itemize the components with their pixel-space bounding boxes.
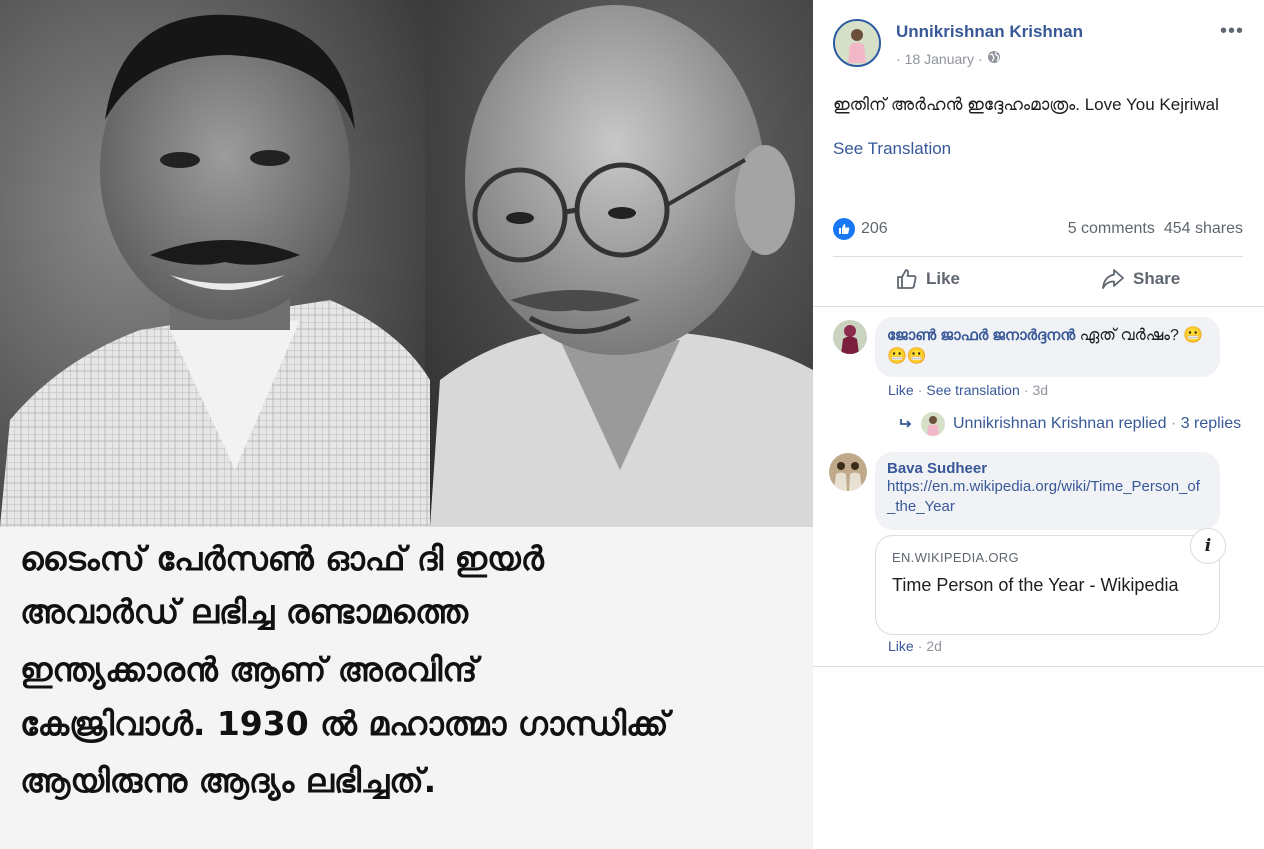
comment-actions: Like · 2d: [888, 638, 942, 654]
comment-like-link[interactable]: Like: [888, 638, 914, 654]
reaction-count: 206: [861, 220, 888, 237]
caption-line: കേജ്രിവാൾ. 1930 ൽ മഹാത്മാ ഗാന്ധിക്ക്: [20, 704, 669, 743]
like-reaction-icon: [833, 218, 855, 240]
globe-icon[interactable]: [987, 50, 1001, 67]
more-options-button[interactable]: •••: [1220, 20, 1244, 43]
comment-actions: Like · See translation · 3d: [888, 382, 1048, 398]
divider: [813, 666, 1264, 667]
reactions-summary[interactable]: 206: [833, 218, 888, 240]
engagement-counts: 5 comments 454 shares: [1068, 220, 1243, 238]
comments-count[interactable]: 5 comments: [1068, 220, 1155, 238]
caption-line: ഇന്ത്യക്കാരൻ ആണ് അരവിന്ദ്: [20, 650, 478, 689]
reply-author-avatar: [921, 412, 945, 436]
shares-count[interactable]: 454 shares: [1164, 220, 1243, 238]
post-text: ഇതിന് അർഹൻ ഇദ്ദേഹംമാത്രം. Love You Kejri…: [833, 95, 1219, 114]
link-domain: EN.WIKIPEDIA.ORG: [892, 550, 1019, 565]
author-name[interactable]: Unnikrishnan Krishnan: [896, 22, 1083, 42]
portrait-photo: [0, 0, 813, 527]
meta-separator: ·: [917, 638, 923, 654]
like-button[interactable]: Like: [896, 268, 960, 290]
commenter-avatar[interactable]: [829, 453, 867, 491]
divider: [813, 306, 1264, 307]
comment-bubble: Bava Sudheer https://en.m.wikipedia.org/…: [875, 452, 1220, 530]
comment-text-1: ജോൺ ജാഫർ ജനാർദ്ദനൻ ഏത് വർഷം? 😬😬😬: [887, 325, 1208, 367]
person-icon: [835, 21, 879, 65]
thumbs-up-icon: [897, 269, 917, 289]
replies-link[interactable]: Unnikrishnan Krishnan replied · 3 replie…: [899, 412, 1241, 436]
meta-separator: ·: [1170, 415, 1177, 432]
share-button[interactable]: Share: [1101, 268, 1180, 290]
reply-count: 3 replies: [1180, 415, 1242, 432]
link-title: Time Person of the Year - Wikipedia: [892, 575, 1179, 595]
info-icon[interactable]: i: [1190, 528, 1226, 564]
reply-text: replied: [1118, 415, 1167, 432]
caption-line: ടൈംസ് പേർസൺ ഓഫ് ദി ഇയർ: [20, 539, 544, 578]
link-preview-card[interactable]: EN.WIKIPEDIA.ORG Time Person of the Year…: [875, 535, 1220, 635]
see-translation-link[interactable]: See Translation: [833, 139, 951, 159]
comment-bubble: ജോൺ ജാഫർ ജനാർദ്ദനൻ ഏത് വർഷം? 😬😬😬: [875, 317, 1220, 377]
caption-line: ആയിരുന്നു ആദ്യം ലഭിച്ചത്.: [20, 761, 437, 800]
commenter-avatar[interactable]: [833, 320, 867, 354]
image-caption: ടൈംസ് പേർസൺ ഓഫ് ദി ഇയർ അവാർഡ് ലഭിച്ച രണ്…: [0, 527, 813, 849]
author-avatar[interactable]: [833, 19, 881, 67]
meta-separator: ·: [1023, 382, 1029, 398]
comment-age[interactable]: 3d: [1032, 382, 1048, 398]
meta-separator: ·: [896, 50, 901, 67]
comment-like-link[interactable]: Like: [888, 382, 914, 398]
post-image[interactable]: ടൈംസ് പേർസൺ ഓഫ് ദി ഇയർ അവാർഡ് ലഭിച്ച രണ്…: [0, 0, 813, 849]
comment-age[interactable]: 2d: [926, 638, 942, 654]
person-icon: [921, 412, 945, 436]
divider: [833, 256, 1243, 257]
person-icon: [833, 320, 867, 354]
post-meta: · 18 January ·: [896, 50, 1001, 67]
commenter-name[interactable]: ജോൺ ജാഫർ ജനാർദ്ദനൻ: [887, 327, 1075, 344]
commenter-name[interactable]: Bava Sudheer: [887, 460, 1208, 477]
meta-separator: ·: [917, 382, 923, 398]
comment-link[interactable]: https://en.m.wikipedia.org/wiki/Time_Per…: [887, 477, 1208, 517]
post-date[interactable]: 18 January: [905, 51, 974, 67]
post-panel: Unnikrishnan Krishnan · 18 January · •••…: [813, 0, 1264, 849]
person-icon: [829, 453, 867, 491]
meta-separator: ·: [977, 50, 983, 67]
reply-arrow-icon: [900, 419, 912, 428]
reply-author: Unnikrishnan Krishnan: [953, 415, 1114, 432]
caption-line: അവാർഡ് ലഭിച്ച രണ്ടാമത്തെ: [20, 592, 468, 631]
share-label: Share: [1133, 269, 1181, 288]
share-icon: [1102, 269, 1124, 289]
comment-see-translation-link[interactable]: See translation: [926, 382, 1019, 398]
like-label: Like: [926, 269, 961, 288]
